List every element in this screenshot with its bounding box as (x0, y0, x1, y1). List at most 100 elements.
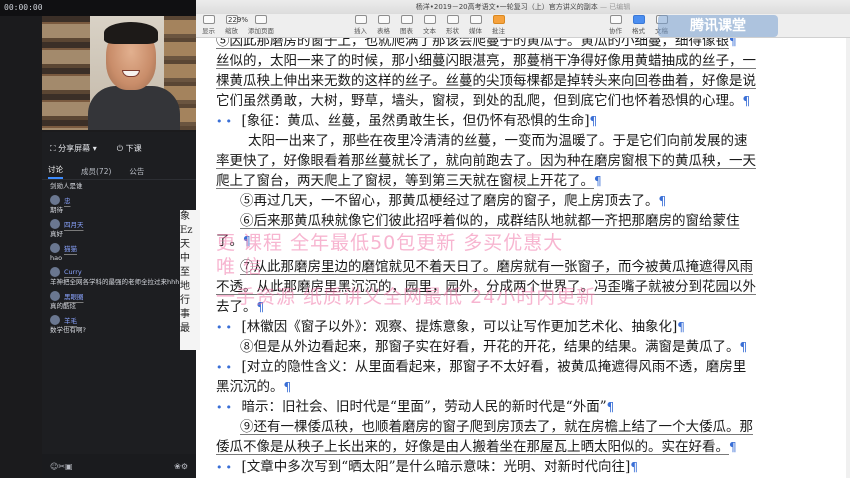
background-doc-char: 行 (180, 295, 190, 306)
collaborate-label: 协作 (609, 27, 622, 35)
doc-line-text: 棵黄瓜秧上伸出来无数的这样的丝子。丝蔓的尖顶每棵都是掉转头来向回卷曲着，好像是说 (216, 73, 756, 89)
pilcrow-icon: ¶ (742, 94, 751, 108)
chat-message-text: 羊神把全网各学科的最强的老师全拉过来hhh (50, 278, 180, 286)
scrollbar-track[interactable] (846, 38, 850, 478)
table-label: 表格 (377, 27, 390, 35)
avatar (50, 219, 60, 229)
shape-button[interactable]: 形状 (446, 15, 459, 35)
pilcrow-icon: ¶ (283, 380, 292, 394)
tab-discussion[interactable]: 讨论 (48, 164, 63, 179)
doc-line-text: [象征：黄瓜、丝蔓，虽然勇敢生长，但仍怀有恐惧的生命] (241, 113, 590, 129)
add-page-icon (255, 15, 267, 24)
chat-header: ⛶ 分享屏幕 ▾ ⏻ 下课 (42, 132, 196, 164)
chat-tabs: 讨论 成员(72) 公告 (42, 164, 196, 180)
doc-line-text: 暗示：旧社会、旧时代是“里面”，劳动人民的新时代是“外面” (241, 399, 607, 415)
comment-icon (492, 15, 505, 24)
doc-line: 黑沉沉的。¶ (216, 378, 846, 397)
doc-line: ⑥后来那黄瓜秧就像它们彼此招呼着似的，成群结队地就都一齐把那磨房的窗给蒙住 (240, 212, 850, 231)
background-doc-char: Ez (180, 225, 193, 236)
insert-label: 插入 (354, 27, 367, 35)
share-screen-icon: ⛶ (50, 143, 56, 153)
chat-message: 忠 期待 (42, 193, 196, 217)
doc-line: 率更快了，好像眼看着那丝蔓就长了，就向前跑去了。因为种在磨房窗根下的黄瓜秧，一天 (216, 152, 846, 171)
background-doc-char: 地 (180, 281, 190, 292)
chat-message-text: 数学也有啊? (50, 326, 86, 334)
shape-label: 形状 (446, 27, 459, 35)
pilcrow-icon: ¶ (677, 320, 685, 334)
collaborate-icon (609, 15, 622, 24)
image-icon[interactable]: ▣ (65, 462, 73, 471)
doc-line-text: [林徽因《窗子以外》：观察、提炼意象，可以让写作更加艺术化、抽象化] (241, 319, 678, 335)
emoji-icon[interactable]: ☺ (50, 462, 58, 471)
zoom-label: 缩放 (225, 27, 238, 35)
chat-message: 羊毛 数学也有啊? (42, 313, 196, 337)
table-icon (377, 15, 390, 24)
doc-line: 太阳一出来了，那些在夜里冷清清的丝蔓，一变而为温暖了。于是它们向前发展的速 (248, 132, 850, 151)
zoom-level[interactable]: 229% (228, 16, 248, 24)
chart-button[interactable]: 图表 (400, 15, 413, 35)
chat-footer: ☺ ✂ ▣ ❀ ⚙ (42, 454, 196, 478)
doc-line-text: ⑦从此那磨房里边的磨馆就见不着天日了。磨房就有一张窗子，而今被黄瓜掩遮得风雨 (240, 259, 753, 275)
window-title: 杨洋•2019－20高考语文•一轮复习（上）官方讲义的副本 (415, 3, 598, 11)
pilcrow-icon: ¶ (729, 440, 737, 454)
pilcrow-icon: ¶ (658, 194, 667, 208)
chat-panel: ⛶ 分享屏幕 ▾ ⏻ 下课 讨论 成员(72) 公告 剑勋人是谁 忠 期待 四月… (42, 132, 196, 478)
edit-status: — 已编辑 (599, 3, 631, 11)
chat-username: 羊毛 (64, 317, 77, 325)
table-button[interactable]: 表格 (377, 15, 390, 35)
pilcrow-icon: ¶ (589, 114, 598, 128)
bookshelf-left (42, 16, 90, 130)
scissors-icon[interactable]: ✂ (58, 462, 65, 471)
insert-button[interactable]: 插入 (354, 15, 367, 35)
media-label: 媒体 (469, 27, 482, 35)
text-button[interactable]: 文本 (423, 15, 436, 35)
flower-icon[interactable]: ❀ (174, 462, 181, 471)
chat-message: 猫猫 hao (42, 241, 196, 265)
chat-message: Curry 羊神把全网各学科的最强的老师全拉过来hhh (42, 265, 196, 289)
doc-line-text: 它们虽然勇敢，大树，野草，墙头，窗棂，到处的乱爬，但到底它们也怀着恐惧的心理。 (216, 93, 743, 109)
comment-button[interactable]: 批注 (492, 15, 505, 35)
pilcrow-icon: ¶ (594, 174, 602, 188)
presenter-shirt (88, 86, 180, 130)
media-button[interactable]: 媒体 (469, 15, 482, 35)
doc-line: 不透。从此那磨房里黑沉沉的，园里，园外，分成两个世界了。冯歪嘴子就被分到花园以外 (216, 278, 846, 297)
background-doc-char: 中 (180, 253, 190, 264)
doc-line: 它们虽然勇敢，大树，野草，墙头，窗棂，到处的乱爬，但到底它们也怀着恐惧的心理。¶ (216, 92, 846, 111)
view-icon (202, 15, 215, 24)
chat-message-text: 剑勋人是谁 (50, 182, 83, 190)
background-document: 象 Ez 天 中 至 地 行 事 最 (180, 210, 200, 350)
doc-line: 倭瓜不像是从秧子上长出来的，好像是由人搬着坐在那屋瓦上晒太阳似的。实在好看。¶ (216, 438, 846, 457)
collaborate-button[interactable]: 协作 (609, 15, 622, 35)
doc-line: 爬上了窗台，两天爬上了窗棂，等到第三天就在窗棂上开花了。¶ (216, 172, 846, 191)
format-label: 格式 (632, 27, 645, 35)
bullet-dots-icon: •• (216, 361, 242, 374)
doc-line: •• [林徽因《窗子以外》：观察、提炼意象，可以让写作更加艺术化、抽象化]¶ (216, 318, 846, 337)
add-page-label: 添加页面 (248, 27, 274, 35)
chat-username: 忠 (64, 197, 71, 205)
doc-line: •• [对立的隐性含义：从里面看起来，那窗子不太好看，被黄瓜掩遮得风雨不透，磨房… (216, 358, 846, 377)
view-button[interactable]: 显示 (202, 15, 215, 35)
background-doc-char: 象 (180, 211, 190, 222)
chat-username: 黑眼圈 (64, 293, 84, 301)
doc-line: ⑤再过几天，一不留心，那黄瓜梗经过了磨房的窗子，爬上房顶去了。¶ (240, 192, 850, 211)
toolbar: 229% 显示 缩放 添加页面 插入 表格 图表 文本 形状 媒体 批注 协作 … (196, 14, 850, 38)
bullet-dots-icon: •• (216, 321, 242, 334)
doc-line-text: 爬上了窗台，两天爬上了窗棂，等到第三天就在窗棂上开花了。 (216, 173, 594, 189)
bullet-dots-icon: •• (216, 115, 242, 128)
tab-members[interactable]: 成员(72) (81, 166, 111, 177)
document-page: ⑤因此那磨房的窗子上，也就爬满了那该会爬蔓子的黄瓜子。黄瓜的小细蔓，细得像银¶ … (196, 38, 850, 478)
share-screen-button[interactable]: ⛶ 分享屏幕 ▾ (50, 143, 97, 154)
format-button[interactable]: 格式 (632, 15, 645, 35)
doc-line: ⑧但是从外边看起来，那窗子实在好看，开花的开花，结果的结果。满窗是黄瓜了。¶ (240, 338, 850, 357)
chart-label: 图表 (400, 27, 413, 35)
settings-icon[interactable]: ⚙ (181, 462, 188, 471)
power-icon: ⏻ (116, 143, 124, 153)
end-class-button[interactable]: ⏻ 下课 (117, 143, 142, 154)
chat-message-text: 真的酷炫 (50, 302, 76, 310)
add-page-button[interactable]: 添加页面 (248, 15, 274, 35)
doc-line-text: 了。 (216, 233, 243, 249)
presenter-hair (104, 22, 158, 44)
tab-announcements[interactable]: 公告 (129, 166, 144, 177)
chat-message-text: hao (50, 254, 63, 262)
doc-line: 去了。¶ (216, 298, 846, 317)
